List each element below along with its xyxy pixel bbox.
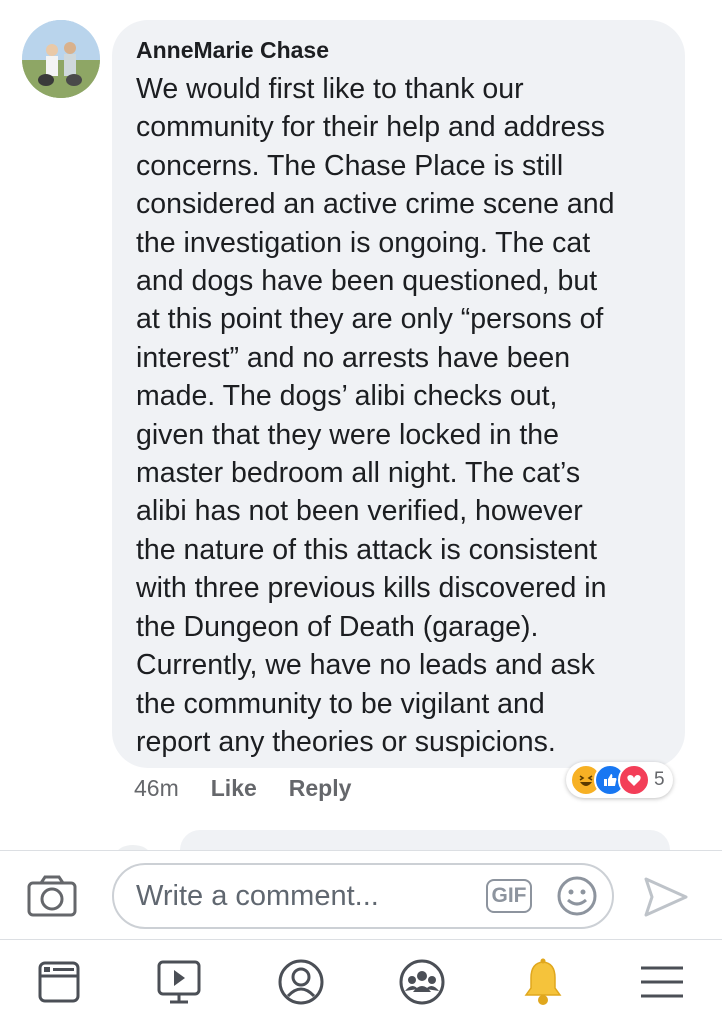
love-icon (618, 764, 650, 796)
comment-composer: Write a comment... GIF (0, 850, 722, 940)
groups-icon[interactable] (394, 954, 450, 1010)
comment-text-line: the investigation is ongoing. The cat (136, 226, 591, 259)
comment-text-line: the community to be vigilant and (136, 687, 545, 720)
comment-text-line: made. The dogs’ alibi checks out, (136, 380, 558, 413)
comment-author[interactable]: AnneMarie Chase (136, 36, 661, 64)
notifications-icon[interactable] (515, 954, 571, 1010)
reply-link[interactable]: Reply (289, 775, 352, 802)
reactions-summary[interactable]: 5 (566, 762, 673, 798)
comment-text-line: We would first like to thank our (136, 73, 524, 105)
comment-text-line: with three previous kills discovered in (136, 572, 607, 605)
emoji-icon[interactable] (556, 875, 598, 917)
comment-timestamp[interactable]: 46m (134, 775, 179, 802)
comment-bubble: AnneMarie Chase We would first like to t… (112, 20, 685, 768)
bottom-tab-bar (0, 940, 722, 1024)
comment-avatar[interactable] (22, 20, 100, 98)
like-link[interactable]: Like (211, 775, 257, 802)
comment-text-line: given that they were locked in the (136, 418, 560, 451)
reaction-count: 5 (654, 769, 665, 790)
comment-meta: 46m Like Reply (134, 775, 351, 802)
profile-icon[interactable] (273, 954, 329, 1010)
gif-button[interactable]: GIF (486, 879, 532, 913)
comment-text: We would first like to thank our communi… (136, 70, 661, 761)
comment-text-line: the Dungeon of Death (garage). (136, 610, 539, 643)
comment-text-line: Currently, we have no leads and ask (136, 649, 595, 682)
comment-text-line: and dogs have been questioned, but (136, 265, 598, 298)
comment-input[interactable]: Write a comment... GIF (112, 863, 614, 929)
comment-text-line: concerns. The Chase Place is still (136, 149, 564, 182)
menu-icon[interactable] (634, 954, 690, 1010)
comment-text-line: report any theories or suspicions. (136, 725, 556, 758)
comment-text-line: master bedroom all night. The cat’s (136, 457, 581, 490)
comment-input-placeholder: Write a comment... (136, 880, 379, 912)
comment-text-line: the nature of this attack is consistent (136, 533, 597, 566)
watch-icon[interactable] (151, 954, 207, 1010)
comment-text-line: interest” and no arrests have been (136, 341, 571, 374)
comment-text-line: community for their help and address (136, 111, 605, 144)
comment-text-line: considered an active crime scene and (136, 188, 615, 221)
camera-icon[interactable] (26, 875, 80, 919)
comment-text-line: alibi has not been verified, however (136, 495, 583, 528)
comment-text-line: at this point they are only “persons of (136, 303, 604, 336)
send-icon[interactable] (642, 875, 690, 919)
news-feed-icon[interactable] (32, 954, 88, 1010)
